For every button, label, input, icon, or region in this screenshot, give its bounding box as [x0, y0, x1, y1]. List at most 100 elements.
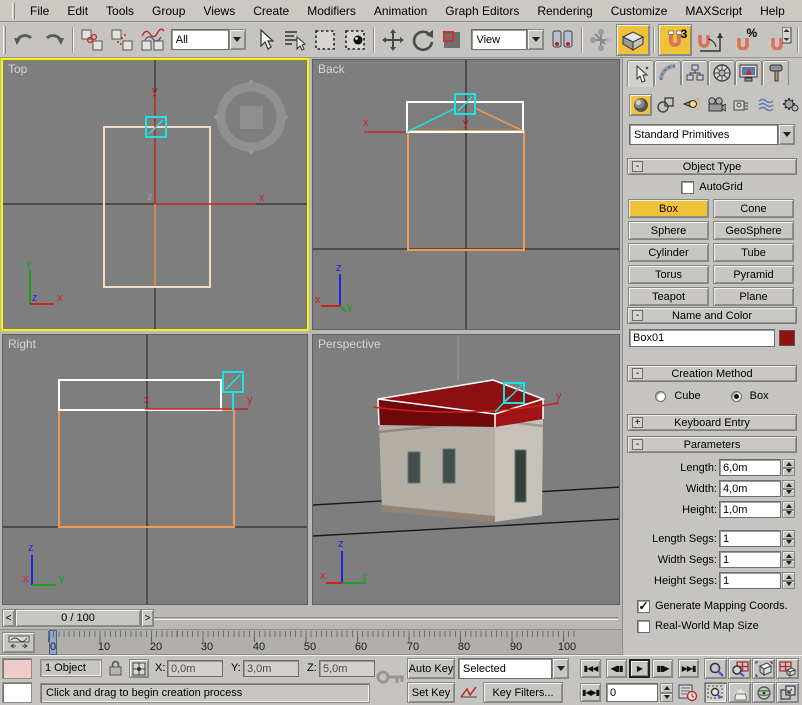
autogrid-checkbox[interactable] — [681, 181, 694, 194]
auto-key-button[interactable]: Auto Key — [407, 658, 455, 679]
menu-edit[interactable]: Edit — [58, 1, 97, 21]
menu-create[interactable]: Create — [244, 1, 298, 21]
set-key-button[interactable]: Set Key — [407, 682, 455, 703]
play-button[interactable]: ▶ — [629, 659, 650, 678]
width-spinner[interactable] — [782, 480, 795, 497]
zoom-icon[interactable] — [704, 658, 727, 679]
length-spinner[interactable] — [782, 459, 795, 476]
box-button[interactable]: Box — [628, 199, 709, 218]
geometry-category-icon[interactable] — [629, 94, 652, 116]
next-frame-button[interactable]: ▮▮▶ — [652, 659, 673, 678]
time-slider-prev-button[interactable]: < — [2, 609, 15, 627]
teapot-button[interactable]: Teapot — [628, 287, 709, 306]
cube-radio[interactable] — [655, 391, 666, 402]
height-segs-spinner[interactable] — [782, 572, 795, 589]
viewport-right[interactable]: Right x y z x y — [2, 334, 308, 605]
viewport-perspective[interactable]: Perspective — [312, 334, 620, 605]
height-segs-field[interactable]: 1 — [719, 572, 781, 589]
viewport-label[interactable]: Perspective — [318, 337, 381, 351]
width-segs-field[interactable]: 1 — [719, 551, 781, 568]
tab-motion-icon[interactable] — [708, 60, 735, 85]
zoom-extents-all-icon[interactable] — [776, 658, 799, 679]
chevron-down-icon[interactable] — [229, 29, 246, 50]
spinner-snap-toggle-icon[interactable] — [760, 25, 794, 55]
viewport-label[interactable]: Right — [8, 337, 36, 351]
object-color-swatch[interactable] — [779, 330, 795, 346]
category-dropdown[interactable]: Standard Primitives — [629, 124, 795, 145]
length-field[interactable]: 6,0m — [719, 459, 781, 476]
macro-recorder-pane[interactable] — [2, 658, 32, 679]
geosphere-button[interactable]: GeoSphere — [713, 221, 794, 240]
frame-spinner[interactable] — [660, 683, 673, 702]
pyramid-button[interactable]: Pyramid — [713, 265, 794, 284]
previous-frame-button[interactable]: ◀▮▮ — [606, 659, 627, 678]
select-object-icon[interactable] — [250, 25, 280, 55]
tab-modify-icon[interactable] — [654, 60, 681, 85]
shapes-category-icon[interactable] — [654, 94, 677, 116]
generate-mapping-checkbox[interactable]: ✓ — [637, 600, 650, 613]
systems-category-icon[interactable] — [779, 94, 802, 116]
go-to-start-button[interactable]: ▮◀◀ — [580, 659, 601, 678]
key-filter-selection-dropdown[interactable]: Selected — [458, 658, 569, 679]
absolute-mode-toggle-icon[interactable] — [129, 659, 149, 678]
torus-button[interactable]: Torus — [628, 265, 709, 284]
key-mode-toggle-icon[interactable]: ▮◀▶▮ — [580, 683, 601, 702]
menu-views[interactable]: Views — [194, 1, 244, 21]
cone-button[interactable]: Cone — [713, 199, 794, 218]
chevron-down-icon[interactable] — [778, 124, 795, 145]
menu-file[interactable]: File — [21, 1, 58, 21]
plane-button[interactable]: Plane — [713, 287, 794, 306]
expand-icon[interactable]: + — [632, 417, 643, 428]
redo-icon[interactable] — [39, 25, 69, 55]
tab-hierarchy-icon[interactable] — [681, 60, 708, 85]
real-world-map-checkbox[interactable] — [637, 620, 650, 633]
snaps-toggle-icon[interactable]: 3 — [658, 24, 692, 56]
object-name-field[interactable]: Box01 — [629, 329, 775, 347]
select-and-link-icon[interactable] — [77, 25, 107, 55]
box-radio[interactable] — [731, 391, 742, 402]
zoom-region-icon[interactable] — [704, 682, 727, 703]
keyboard-entry-rollout-header[interactable]: + Keyboard Entry — [627, 414, 797, 431]
viewport-back[interactable]: Back x y z x y — [312, 59, 620, 330]
width-segs-spinner[interactable] — [782, 551, 795, 568]
lights-category-icon[interactable] — [679, 94, 702, 116]
viewport-label[interactable]: Top — [8, 62, 27, 76]
unlink-selection-icon[interactable] — [107, 25, 137, 55]
x-coord-field[interactable]: 0,0m — [167, 660, 223, 677]
chevron-down-icon[interactable] — [552, 658, 569, 679]
tab-create-icon[interactable] — [627, 60, 654, 87]
bind-to-space-warp-icon[interactable] — [137, 25, 167, 55]
keyboard-shortcut-override-toggle-icon[interactable] — [616, 24, 650, 56]
percent-snap-toggle-icon[interactable]: % — [726, 25, 760, 55]
toolbar-grip[interactable] — [12, 3, 15, 19]
menu-maxscript[interactable]: MAXScript — [676, 1, 751, 21]
chevron-down-icon[interactable] — [527, 29, 544, 50]
y-coord-field[interactable]: 3,0m — [243, 660, 299, 677]
cylinder-button[interactable]: Cylinder — [628, 243, 709, 262]
maxscript-listener-pane[interactable] — [2, 682, 32, 703]
zoom-extents-icon[interactable] — [752, 658, 775, 679]
tab-utilities-icon[interactable] — [762, 60, 789, 85]
mini-curve-editor-icon[interactable] — [2, 632, 35, 653]
collapse-icon[interactable]: - — [632, 161, 643, 172]
window-crossing-toggle-icon[interactable] — [340, 25, 370, 55]
selection-lock-icon[interactable] — [108, 660, 123, 679]
parameters-rollout-header[interactable]: - Parameters — [627, 436, 797, 453]
time-slider-next-button[interactable]: > — [141, 609, 154, 627]
viewport-top[interactable]: Top y x z — [2, 59, 308, 330]
pan-hand-icon[interactable] — [728, 682, 751, 703]
toolbar-grip[interactable] — [3, 26, 6, 54]
arc-rotate-icon[interactable] — [752, 682, 775, 703]
menu-rendering[interactable]: Rendering — [528, 1, 601, 21]
menu-help[interactable]: Help — [751, 1, 794, 21]
space-warps-category-icon[interactable] — [754, 94, 777, 116]
length-segs-spinner[interactable] — [782, 530, 795, 547]
select-and-move-icon[interactable] — [378, 25, 408, 55]
collapse-icon[interactable]: - — [632, 439, 643, 450]
menu-modifiers[interactable]: Modifiers — [298, 1, 365, 21]
height-spinner[interactable] — [782, 501, 795, 518]
current-frame-field[interactable]: 0 — [606, 683, 658, 702]
set-keys-key-icon[interactable] — [376, 666, 406, 691]
menu-animation[interactable]: Animation — [365, 1, 436, 21]
object-type-rollout-header[interactable]: - Object Type — [627, 158, 797, 175]
